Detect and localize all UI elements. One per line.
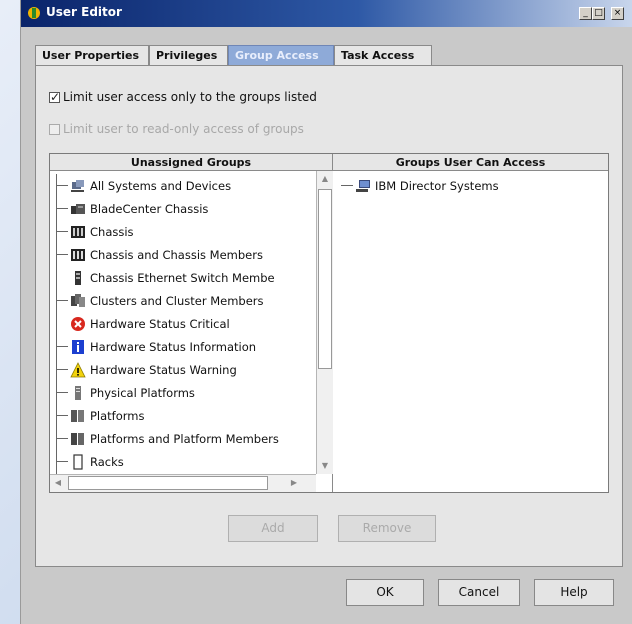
tab-strip: User Properties Privileges Group Access … xyxy=(35,45,621,67)
item-label: Platforms and Platform Members xyxy=(90,431,279,446)
limit-groups-option[interactable]: ✓ Limit user access only to the groups l… xyxy=(49,90,317,104)
minimize-button[interactable]: _ xyxy=(579,7,592,20)
accessible-tree: IBM Director Systems xyxy=(341,174,599,474)
physical-platform-icon xyxy=(75,385,81,400)
item-label: Chassis Ethernet Switch Membe xyxy=(90,270,275,285)
tab-group-access[interactable]: Group Access xyxy=(228,45,334,65)
item-label: Chassis and Chassis Members xyxy=(90,247,263,262)
unassigned-tree: All Systems and Devices BladeCenter Chas… xyxy=(56,174,314,474)
list-item[interactable]: Chassis Ethernet Switch Membe xyxy=(56,266,314,289)
item-label: Chassis xyxy=(90,224,134,239)
list-item[interactable]: Physical Platforms xyxy=(56,381,314,404)
tab-task-access[interactable]: Task Access xyxy=(334,45,432,65)
check-mark-icon: ✓ xyxy=(50,89,61,104)
list-item[interactable]: Chassis and Chassis Members xyxy=(56,243,314,266)
item-label: Platforms xyxy=(90,408,145,423)
help-button[interactable]: Help xyxy=(534,579,614,606)
item-label: Physical Platforms xyxy=(90,385,195,400)
item-label: IBM Director Systems xyxy=(375,178,499,193)
list-item[interactable]: Hardware Status Warning xyxy=(56,358,314,381)
platforms-icon xyxy=(71,409,84,422)
readonly-label: Limit user to read-only access of groups xyxy=(63,122,304,136)
item-label: Hardware Status Critical xyxy=(90,316,230,331)
ethernet-switch-icon xyxy=(75,270,81,285)
item-label: All Systems and Devices xyxy=(90,178,232,193)
cluster-icon xyxy=(71,293,85,307)
tab-privileges[interactable]: Privileges xyxy=(149,45,228,65)
chassis-icon xyxy=(71,225,85,238)
scroll-down-icon[interactable]: ▼ xyxy=(317,458,333,474)
close-button[interactable]: × xyxy=(611,7,624,20)
scroll-up-icon[interactable]: ▲ xyxy=(317,171,333,187)
list-item[interactable]: Hardware Status Information xyxy=(56,335,314,358)
scroll-left-icon[interactable]: ◀ xyxy=(50,475,66,491)
platform-members-icon xyxy=(71,432,84,445)
horizontal-scrollbar[interactable]: ◀ ▶ xyxy=(50,474,316,492)
accessible-groups-header[interactable]: Groups User Can Access xyxy=(333,154,608,171)
readonly-checkbox xyxy=(49,123,60,135)
limit-groups-label: Limit user access only to the groups lis… xyxy=(63,90,317,104)
user-editor-window: User Editor _ □ × User Properties Privil… xyxy=(20,0,632,624)
list-item[interactable]: Platforms xyxy=(56,404,314,427)
chassis-members-icon xyxy=(71,248,85,261)
scroll-right-icon[interactable]: ▶ xyxy=(286,475,302,491)
ok-button[interactable]: OK xyxy=(346,579,424,606)
list-item[interactable]: Platforms and Platform Members xyxy=(56,427,314,450)
critical-icon xyxy=(71,316,85,331)
accessible-groups-list: Groups User Can Access IBM Director Syst… xyxy=(333,154,608,492)
hscroll-thumb[interactable] xyxy=(68,476,268,490)
vertical-scrollbar[interactable]: ▲ ▼ xyxy=(316,171,333,474)
unassigned-groups-header[interactable]: Unassigned Groups xyxy=(50,154,332,171)
scroll-thumb[interactable] xyxy=(318,189,332,369)
window-title: User Editor xyxy=(46,5,122,19)
add-button[interactable]: Add xyxy=(228,515,318,542)
item-label: Hardware Status Warning xyxy=(90,362,237,377)
title-bar[interactable]: User Editor _ □ × xyxy=(21,0,632,27)
list-item[interactable]: Racks xyxy=(56,450,314,473)
info-icon xyxy=(72,339,84,354)
list-item[interactable]: All Systems and Devices xyxy=(56,174,314,197)
director-systems-icon xyxy=(356,179,370,192)
maximize-button[interactable]: □ xyxy=(592,7,605,20)
list-item[interactable]: IBM Director Systems xyxy=(341,174,599,197)
remove-button[interactable]: Remove xyxy=(338,515,436,542)
limit-groups-checkbox[interactable]: ✓ xyxy=(49,89,61,104)
list-item[interactable]: Clusters and Cluster Members xyxy=(56,289,314,312)
rack-icon xyxy=(73,453,83,470)
app-icon xyxy=(28,7,40,19)
group-access-panel: ✓ Limit user access only to the groups l… xyxy=(35,65,623,567)
cancel-button[interactable]: Cancel xyxy=(438,579,520,606)
item-label: Racks xyxy=(90,454,124,469)
readonly-option: Limit user to read-only access of groups xyxy=(49,122,304,136)
unassigned-groups-list: Unassigned Groups All Systems and Device… xyxy=(50,154,333,492)
item-label: Clusters and Cluster Members xyxy=(90,293,264,308)
tab-user-properties[interactable]: User Properties xyxy=(35,45,149,65)
list-item[interactable]: Chassis xyxy=(56,220,314,243)
item-label: Hardware Status Information xyxy=(90,339,257,354)
bladecenter-icon xyxy=(71,203,85,214)
list-item[interactable]: Hardware Status Critical xyxy=(56,312,314,335)
group-lists: Unassigned Groups All Systems and Device… xyxy=(49,153,609,493)
list-item[interactable]: BladeCenter Chassis xyxy=(56,197,314,220)
warning-icon xyxy=(70,361,86,377)
all-systems-icon xyxy=(71,179,84,192)
item-label: BladeCenter Chassis xyxy=(90,201,209,216)
